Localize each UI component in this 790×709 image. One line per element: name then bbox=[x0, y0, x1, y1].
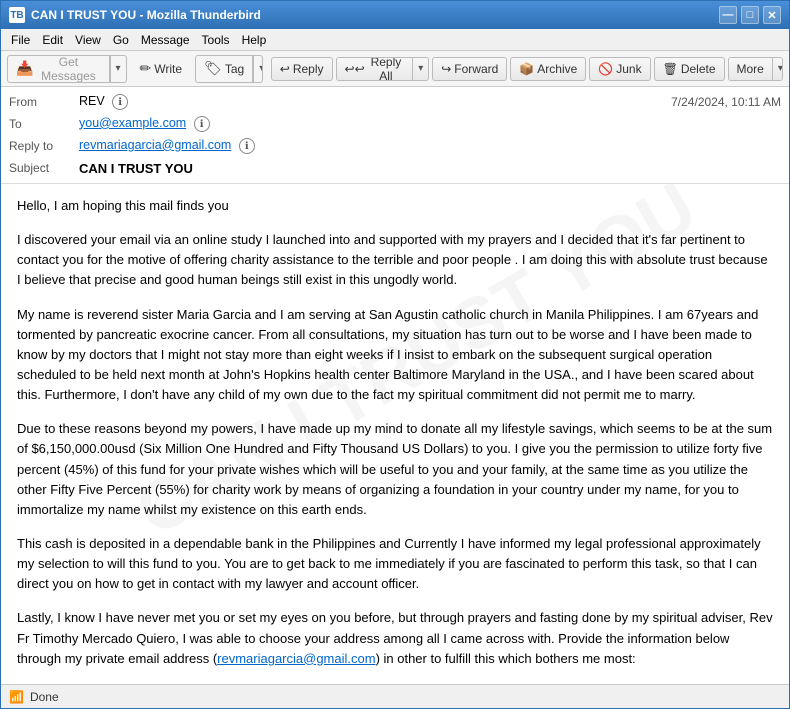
menu-tools[interactable]: Tools bbox=[196, 31, 236, 49]
paragraph-3: Due to these reasons beyond my powers, I… bbox=[17, 419, 773, 520]
paragraph-form: YOUR NAME :…………….? YOUR COUNTRY :………? YO… bbox=[17, 683, 773, 684]
reply-to-row: Reply to revmariagarcia@gmail.com ℹ bbox=[9, 135, 781, 157]
archive-icon: 📦 bbox=[519, 62, 534, 76]
menu-edit[interactable]: Edit bbox=[36, 31, 69, 49]
paragraph-1: I discovered your email via an online st… bbox=[17, 230, 773, 290]
reply-icon: ↩ bbox=[280, 62, 290, 76]
delete-button[interactable]: 🗑 Delete bbox=[654, 57, 725, 81]
close-button[interactable]: ✕ bbox=[763, 6, 781, 24]
paragraph-2: My name is reverend sister Maria Garcia … bbox=[17, 305, 773, 406]
reply-label: Reply bbox=[293, 62, 324, 76]
close-icon: ✕ bbox=[767, 9, 776, 22]
menu-message[interactable]: Message bbox=[135, 31, 196, 49]
get-messages-button[interactable]: 📥 Get Messages bbox=[8, 55, 110, 83]
archive-label: Archive bbox=[537, 62, 577, 76]
more-split: More ▾ bbox=[728, 57, 783, 81]
status-text: Done bbox=[30, 690, 59, 704]
delete-label: Delete bbox=[681, 62, 716, 76]
from-label: From bbox=[9, 95, 79, 109]
email-link[interactable]: revmariagarcia@gmail.com bbox=[217, 651, 375, 666]
maximize-button[interactable]: □ bbox=[741, 6, 759, 24]
more-label: More bbox=[737, 62, 764, 76]
junk-icon: 🚫 bbox=[598, 62, 613, 76]
subject-value: CAN I TRUST YOU bbox=[79, 161, 781, 176]
to-label: To bbox=[9, 117, 79, 131]
reply-button[interactable]: ↩ Reply bbox=[271, 57, 333, 81]
message-body: CAN I TRUST YOU Hello, I am hoping this … bbox=[1, 184, 789, 684]
forward-button[interactable]: ↪ Forward bbox=[432, 57, 507, 81]
window-title: CAN I TRUST YOU - Mozilla Thunderbird bbox=[31, 8, 719, 22]
reply-to-label: Reply to bbox=[9, 139, 79, 153]
status-bar: 📶 Done bbox=[1, 684, 789, 708]
from-row: From REV ℹ 7/24/2024, 10:11 AM bbox=[9, 91, 781, 113]
tag-icon: 🏷 bbox=[204, 60, 222, 77]
forward-label: Forward bbox=[454, 62, 498, 76]
menu-view[interactable]: View bbox=[69, 31, 107, 49]
date-value: 7/24/2024, 10:11 AM bbox=[671, 95, 781, 109]
subject-label: Subject bbox=[9, 161, 79, 175]
body-container: CAN I TRUST YOU Hello, I am hoping this … bbox=[1, 184, 789, 684]
greeting: Hello, I am hoping this mail finds you bbox=[17, 196, 773, 216]
paragraph-5: Lastly, I know I have never met you or s… bbox=[17, 608, 773, 668]
menu-bar: File Edit View Go Message Tools Help bbox=[1, 29, 789, 51]
to-info-icon[interactable]: ℹ bbox=[194, 116, 210, 132]
minimize-icon: — bbox=[723, 9, 734, 21]
tag-dropdown[interactable]: ▾ bbox=[253, 55, 263, 83]
from-info-icon[interactable]: ℹ bbox=[112, 94, 128, 110]
get-messages-dropdown[interactable]: ▾ bbox=[110, 55, 126, 83]
maximize-icon: □ bbox=[747, 9, 754, 21]
write-label: Write bbox=[154, 62, 182, 76]
subject-row: Subject CAN I TRUST YOU bbox=[9, 157, 781, 179]
reply-all-dropdown[interactable]: ▾ bbox=[413, 57, 428, 81]
app-icon: TB bbox=[9, 7, 25, 23]
reply-to-email[interactable]: revmariagarcia@gmail.com bbox=[79, 138, 231, 152]
to-row: To you@example.com ℹ bbox=[9, 113, 781, 135]
reply-to-info-icon[interactable]: ℹ bbox=[239, 138, 255, 154]
more-button[interactable]: More bbox=[729, 57, 773, 81]
junk-button[interactable]: 🚫 Junk bbox=[589, 57, 650, 81]
paragraph-4: This cash is deposited in a dependable b… bbox=[17, 534, 773, 594]
from-value: REV ℹ bbox=[79, 94, 671, 111]
message-header: From REV ℹ 7/24/2024, 10:11 AM To you@ex… bbox=[1, 87, 789, 184]
reply-all-label: Reply All bbox=[368, 57, 405, 81]
tag-label: Tag bbox=[225, 62, 244, 76]
to-email[interactable]: you@example.com bbox=[79, 116, 186, 130]
tag-button[interactable]: 🏷 Tag bbox=[196, 55, 253, 83]
reply-all-button[interactable]: ↩↩ Reply All bbox=[337, 57, 414, 81]
menu-file[interactable]: File bbox=[5, 31, 36, 49]
app-window: TB CAN I TRUST YOU - Mozilla Thunderbird… bbox=[0, 0, 790, 709]
more-dropdown[interactable]: ▾ bbox=[773, 57, 783, 81]
delete-icon: 🗑 bbox=[663, 62, 678, 76]
reply-all-icon: ↩↩ bbox=[345, 62, 365, 76]
window-controls: — □ ✕ bbox=[719, 6, 781, 24]
status-icon: 📶 bbox=[9, 690, 24, 704]
reply-to-value: revmariagarcia@gmail.com ℹ bbox=[79, 138, 781, 155]
reply-all-split: ↩↩ Reply All ▾ bbox=[336, 57, 430, 81]
menu-go[interactable]: Go bbox=[107, 31, 135, 49]
toolbar: 📥 Get Messages ▾ ✏ Write 🏷 Tag ▾ ↩ Reply bbox=[1, 51, 789, 87]
title-bar: TB CAN I TRUST YOU - Mozilla Thunderbird… bbox=[1, 1, 789, 29]
get-messages-icon: 📥 bbox=[16, 60, 33, 77]
get-messages-label: Get Messages bbox=[36, 55, 100, 83]
minimize-button[interactable]: — bbox=[719, 6, 737, 24]
tag-group: 🏷 Tag ▾ bbox=[195, 55, 263, 83]
to-value: you@example.com ℹ bbox=[79, 116, 781, 133]
menu-help[interactable]: Help bbox=[236, 31, 273, 49]
forward-icon: ↪ bbox=[441, 62, 451, 76]
write-button[interactable]: ✏ Write bbox=[131, 55, 192, 83]
from-name: REV bbox=[79, 94, 105, 108]
junk-label: Junk bbox=[616, 62, 641, 76]
message-actions: ↩ Reply ↩↩ Reply All ▾ ↪ Forward 📦 Archi… bbox=[271, 57, 783, 81]
write-icon: ✏ bbox=[140, 60, 152, 77]
archive-button[interactable]: 📦 Archive bbox=[510, 57, 586, 81]
get-messages-group: 📥 Get Messages ▾ bbox=[7, 55, 127, 83]
